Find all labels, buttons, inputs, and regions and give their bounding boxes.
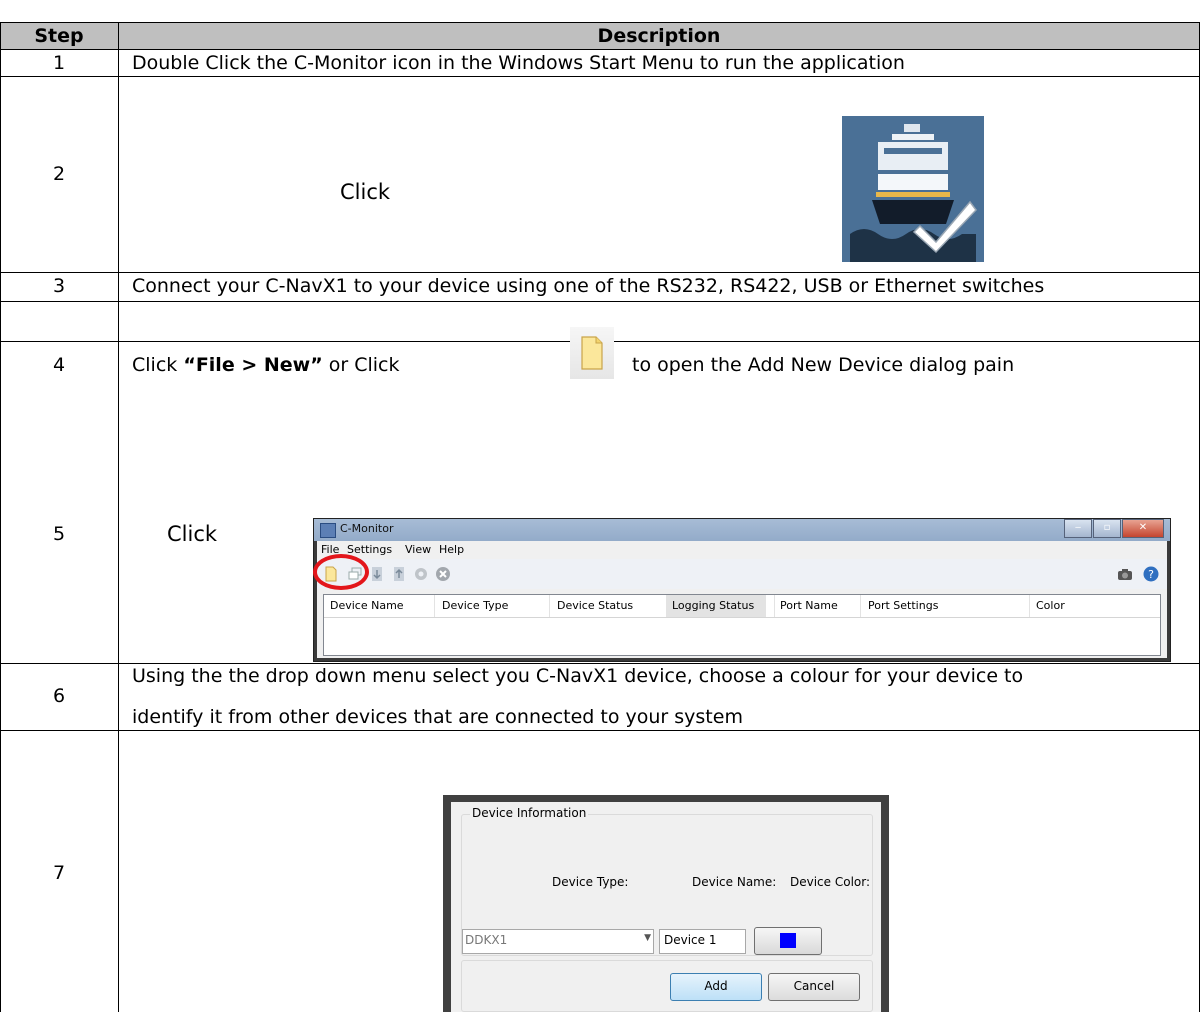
device-list-header: Device Name Device Type Device Status Lo… <box>324 595 1160 618</box>
device-information-group: Device Information Device Type: Device N… <box>461 806 873 956</box>
step-4-text-pre: Click <box>132 354 184 376</box>
step-5-description: Click <box>167 522 218 546</box>
step-6-description-line1: Using the the drop down menu select you … <box>132 665 1024 687</box>
step-3-description: Connect your C-NavX1 to your device usin… <box>132 275 1045 297</box>
col-device-type[interactable]: Device Type <box>442 599 508 612</box>
device-color-label: Device Color: <box>790 875 871 889</box>
help-icon[interactable]: ? <box>1143 566 1159 582</box>
step-7-number: 7 <box>52 862 66 884</box>
c-monitor-title-bar: C-Monitor ‒ ▫ ✕ <box>314 519 1170 541</box>
svg-text:?: ? <box>1148 568 1154 581</box>
device-name-value: Device 1 <box>664 933 717 947</box>
step-2-description: Click <box>340 180 391 204</box>
menu-settings[interactable]: Settings <box>347 543 392 556</box>
device-name-field[interactable]: Device 1 <box>659 929 746 954</box>
device-list[interactable]: Device Name Device Type Device Status Lo… <box>323 594 1161 656</box>
c-monitor-toolbar: ? <box>317 559 1167 589</box>
c-monitor-app-icon <box>842 116 984 262</box>
col-port-name[interactable]: Port Name <box>780 599 838 612</box>
delete-device-icon[interactable] <box>435 566 451 582</box>
device-type-value: DDKX1 <box>465 933 508 947</box>
step-4-text-post: to open the Add New Device dialog pain <box>632 354 1015 376</box>
col-color[interactable]: Color <box>1036 599 1065 612</box>
close-icon[interactable]: ✕ <box>1122 519 1164 538</box>
step-3-number: 3 <box>52 275 66 297</box>
header-description: Description <box>597 25 721 47</box>
device-color-button[interactable] <box>754 927 822 955</box>
chevron-down-icon[interactable]: ▼ <box>644 933 651 943</box>
step-6-description-line2: identify it from other devices that are … <box>132 706 743 728</box>
dialog-buttons-group: Add Cancel <box>461 960 873 1012</box>
c-monitor-window: C-Monitor ‒ ▫ ✕ File Settings View Help … <box>313 518 1171 662</box>
window-app-icon <box>320 523 336 538</box>
download-icon[interactable] <box>369 566 385 582</box>
col-logging-status[interactable]: Logging Status <box>672 599 754 612</box>
camera-icon[interactable] <box>1117 566 1133 582</box>
add-device-dialog: Device Information Device Type: Device N… <box>443 795 889 1012</box>
menu-help[interactable]: Help <box>439 543 464 556</box>
upload-icon[interactable] <box>391 566 407 582</box>
step-4-text-mid: or Click <box>322 354 400 376</box>
step-1-number: 1 <box>52 52 66 74</box>
c-monitor-menu-bar: File Settings View Help <box>317 541 1167 559</box>
c-monitor-title: C-Monitor <box>340 522 394 535</box>
device-name-label: Device Name: <box>692 875 777 889</box>
step-2-number: 2 <box>52 163 66 185</box>
step-1-description: Double Click the C-Monitor icon in the W… <box>132 52 905 74</box>
col-device-name[interactable]: Device Name <box>330 599 404 612</box>
menu-view[interactable]: View <box>405 543 431 556</box>
step-4-description: Click “File > New” or Click <box>132 353 399 377</box>
minimize-icon[interactable]: ‒ <box>1064 519 1092 538</box>
device-type-label: Device Type: <box>552 875 629 889</box>
col-device-status[interactable]: Device Status <box>557 599 633 612</box>
maximize-icon[interactable]: ▫ <box>1093 519 1121 538</box>
add-button[interactable]: Add <box>670 973 762 1001</box>
cancel-button[interactable]: Cancel <box>768 973 860 1001</box>
device-information-title: Device Information <box>470 806 589 820</box>
step-5-number: 5 <box>52 523 66 545</box>
gear-icon[interactable] <box>413 566 429 582</box>
step-4-text-bold: “File > New” <box>183 354 323 376</box>
step-6-number: 6 <box>52 685 66 707</box>
header-step: Step <box>34 25 84 47</box>
highlight-circle <box>313 554 369 590</box>
device-type-select[interactable]: DDKX1 ▼ <box>462 929 654 954</box>
step-4-number: 4 <box>52 354 66 376</box>
new-file-icon <box>570 327 614 379</box>
device-color-swatch <box>780 933 796 948</box>
col-port-settings[interactable]: Port Settings <box>868 599 938 612</box>
